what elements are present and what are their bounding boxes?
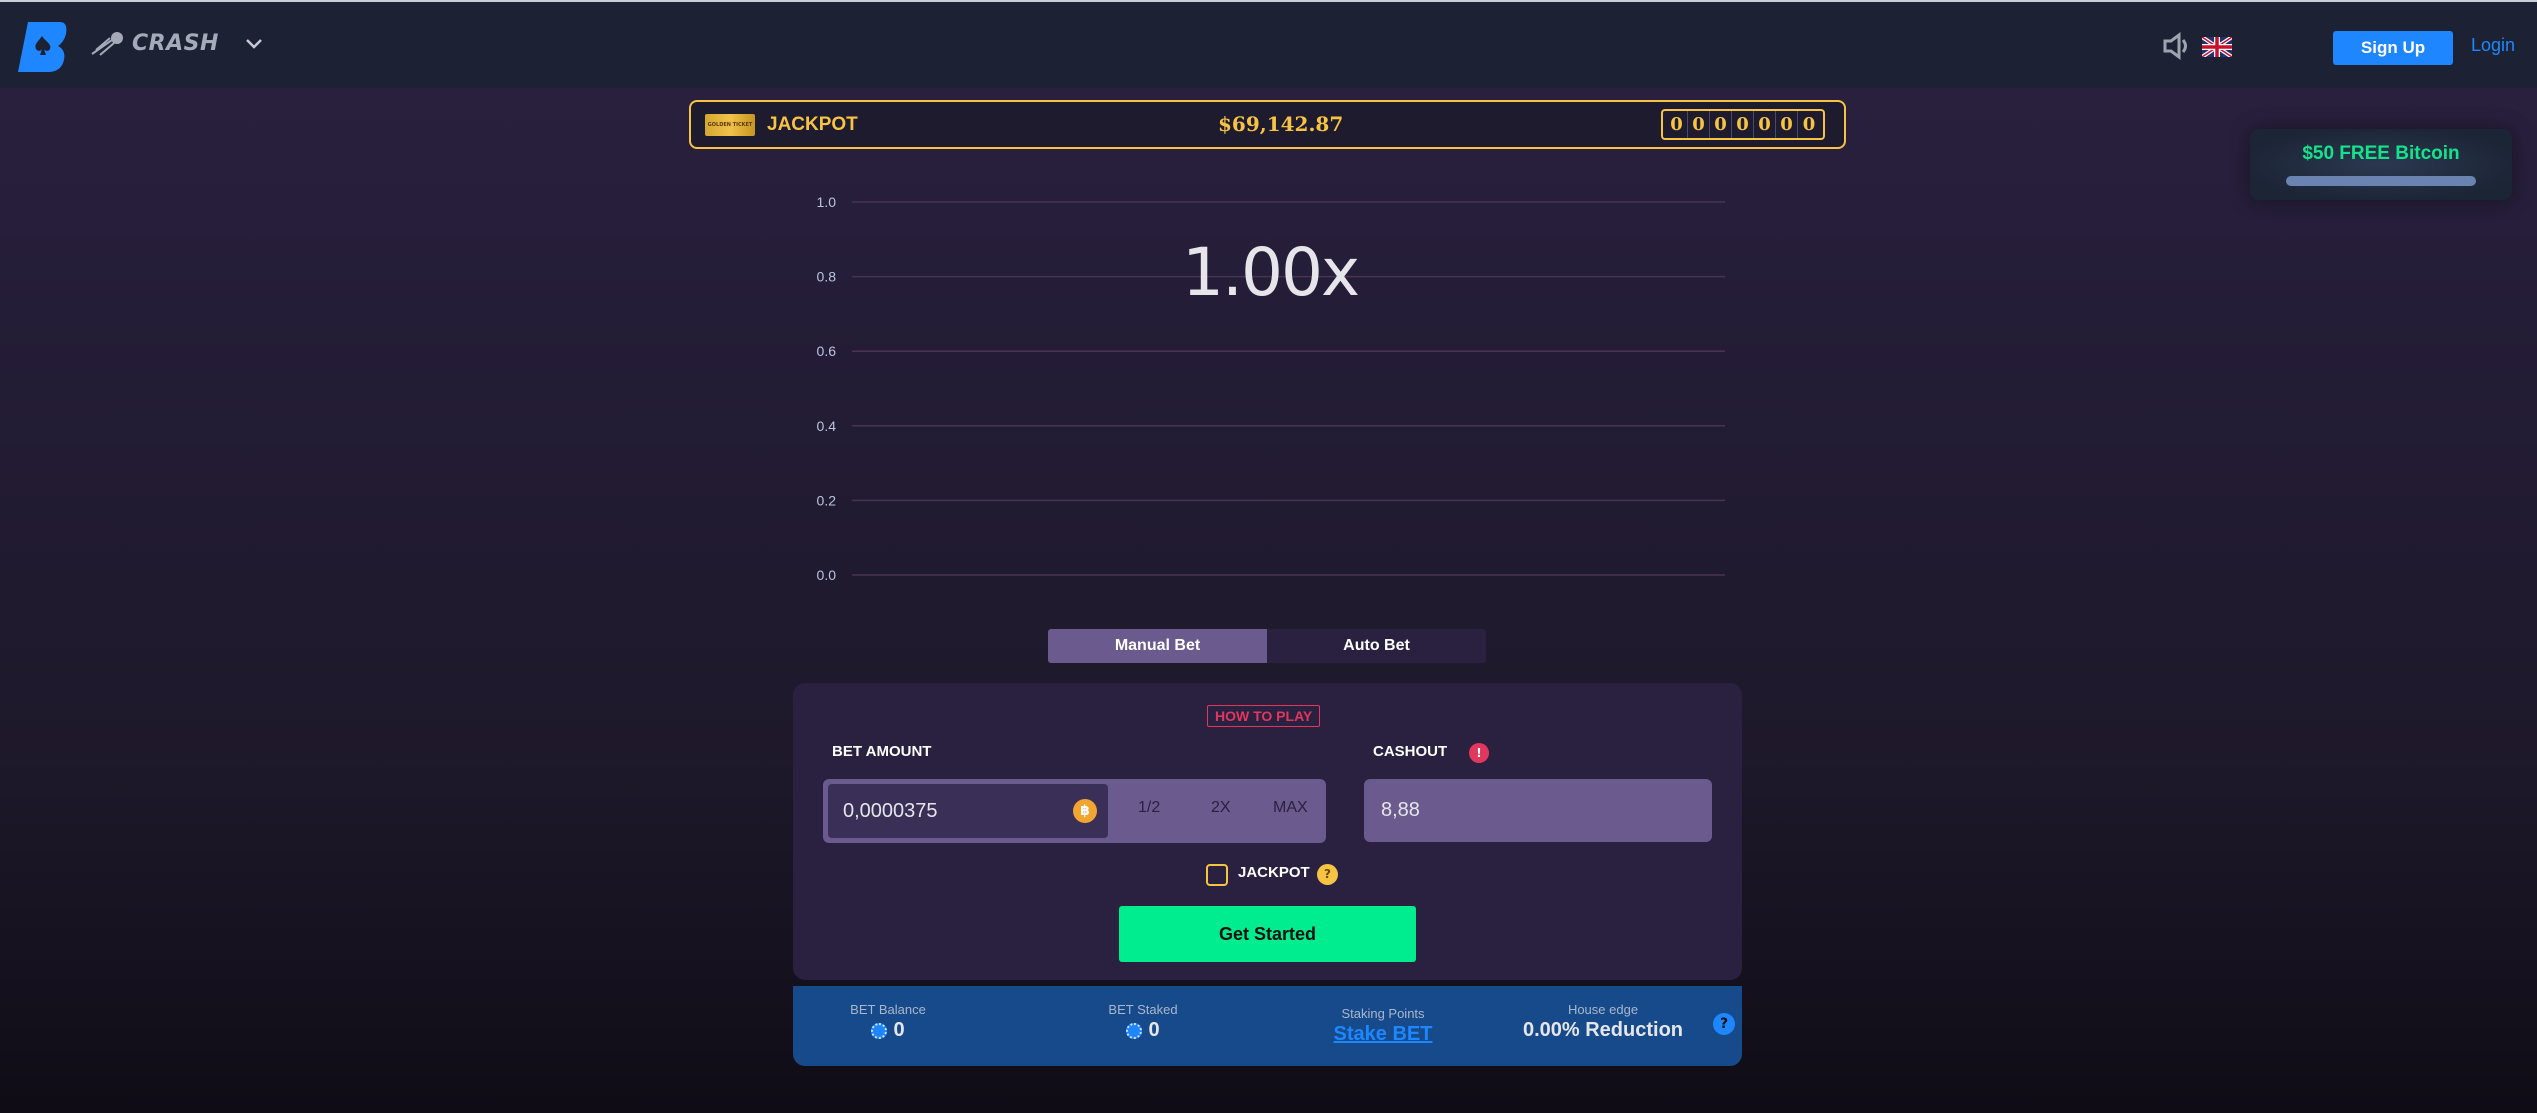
- jackpot-amount: $69,142.87: [1218, 112, 1344, 136]
- jackpot-help-icon[interactable]: ?: [1317, 864, 1338, 885]
- top-nav: CRASH Sign Up Login: [0, 2, 2537, 88]
- jackpot-digit: 0: [1776, 111, 1798, 138]
- golden-ticket-icon: GOLDEN TICKET: [705, 114, 755, 136]
- help-icon[interactable]: ?: [1713, 1013, 1735, 1035]
- bet-balance-stat: BET Balance 0: [833, 1002, 943, 1042]
- bet-staked-label: BET Staked: [1108, 1002, 1178, 1017]
- jackpot-checkbox-label: JACKPOT: [1238, 864, 1310, 881]
- bet-panel: HOW TO PLAY BET AMOUNT ฿ 1/2 2X MAX CASH…: [793, 683, 1742, 980]
- jackpot-digit: 0: [1732, 111, 1754, 138]
- half-bet-button[interactable]: 1/2: [1138, 799, 1160, 817]
- stake-bet-link[interactable]: Stake BET: [1323, 1023, 1443, 1046]
- get-started-button[interactable]: Get Started: [1119, 906, 1416, 962]
- login-link[interactable]: Login: [2471, 35, 2515, 56]
- jackpot-digit: 0: [1666, 111, 1688, 138]
- chevron-down-icon[interactable]: [244, 36, 264, 52]
- y-tick-label: 0.8: [817, 269, 837, 285]
- bet-balance-value: 0: [893, 1019, 905, 1041]
- jackpot-counter: 0 0 0 0 0 0 0: [1661, 109, 1825, 140]
- jackpot-label: JACKPOT: [767, 114, 858, 135]
- bet-amount-label: BET AMOUNT: [832, 743, 932, 760]
- promo-progress-bar: [2286, 176, 2476, 186]
- promo-text: $50 FREE Bitcoin: [2302, 143, 2460, 164]
- game-selector[interactable]: CRASH: [90, 30, 219, 56]
- jackpot-checkbox[interactable]: [1206, 864, 1228, 886]
- staking-points-label: Staking Points: [1341, 1006, 1425, 1021]
- sign-up-button[interactable]: Sign Up: [2333, 31, 2453, 65]
- jackpot-digit: 0: [1710, 111, 1732, 138]
- staking-points-stat: Staking Points Stake BET: [1323, 1006, 1443, 1046]
- jackpot-banner: GOLDEN TICKET JACKPOT $69,142.87 0 0 0 0…: [689, 100, 1846, 149]
- bet-staked-value: 0: [1148, 1019, 1160, 1041]
- tab-manual-bet[interactable]: Manual Bet: [1048, 629, 1267, 663]
- how-to-play-button[interactable]: HOW TO PLAY: [1207, 705, 1321, 727]
- y-tick-label: 1.0: [817, 194, 837, 210]
- bet-amount-group: ฿ 1/2 2X MAX: [823, 779, 1326, 843]
- stats-bar: BET Balance 0 BET Staked 0 Staking Point…: [793, 986, 1742, 1066]
- logo-icon[interactable]: [16, 20, 68, 74]
- house-edge-value: 0.00% Reduction: [1522, 1019, 1684, 1041]
- bet-token-icon: [871, 1022, 888, 1039]
- bet-staked-stat: BET Staked 0: [1093, 1002, 1193, 1042]
- uk-flag-icon[interactable]: [2202, 37, 2232, 57]
- tab-auto-bet[interactable]: Auto Bet: [1267, 629, 1486, 663]
- rocket-icon: [91, 32, 123, 56]
- house-edge-stat: House edge 0.00% Reduction: [1513, 1002, 1693, 1042]
- jackpot-digit: 0: [1754, 111, 1776, 138]
- speaker-icon[interactable]: [2162, 32, 2192, 60]
- multiplier-display: 1.00x: [1181, 234, 1360, 311]
- game-title: CRASH: [132, 30, 219, 56]
- bet-mode-tabs: Manual Bet Auto Bet: [1048, 629, 1486, 663]
- double-bet-button[interactable]: 2X: [1211, 799, 1231, 817]
- warning-icon[interactable]: !: [1469, 743, 1489, 763]
- free-bitcoin-promo[interactable]: $50 FREE Bitcoin: [2250, 129, 2512, 200]
- cashout-label: CASHOUT: [1373, 743, 1448, 760]
- bet-token-icon: [1126, 1022, 1143, 1039]
- y-tick-label: 0.6: [817, 343, 837, 359]
- jackpot-digit: 0: [1802, 114, 1816, 135]
- cashout-input[interactable]: [1364, 779, 1712, 842]
- bitcoin-icon: ฿: [1073, 799, 1097, 823]
- max-bet-button[interactable]: MAX: [1273, 799, 1308, 817]
- y-tick-label: 0.4: [817, 418, 837, 434]
- jackpot-digit: 0: [1688, 111, 1710, 138]
- y-tick-label: 0.2: [817, 492, 837, 508]
- bet-amount-input[interactable]: [828, 784, 1108, 838]
- bet-balance-label: BET Balance: [850, 1002, 926, 1017]
- y-tick-label: 0.0: [817, 567, 837, 583]
- house-edge-label: House edge: [1567, 1002, 1639, 1017]
